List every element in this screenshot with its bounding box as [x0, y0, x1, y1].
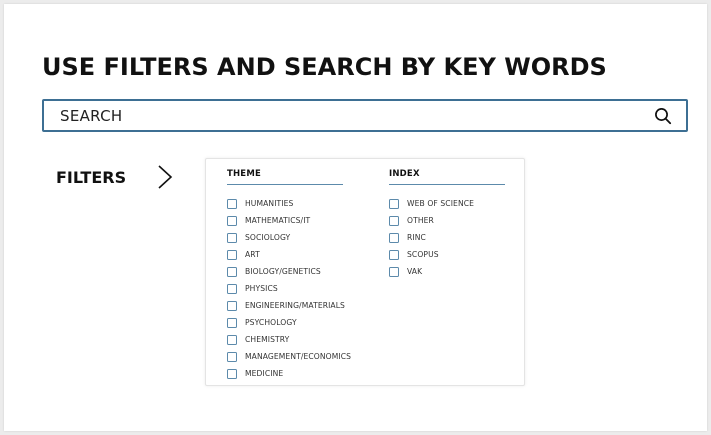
filter-option-label: WEB OF SCIENCE: [407, 199, 475, 208]
filter-option-label: MATHEMATICS/IT: [245, 216, 311, 225]
filters-label: FILTERS: [56, 168, 127, 187]
checkbox[interactable]: [227, 266, 237, 277]
filter-option-label: PSYCHOLOGY: [245, 318, 297, 327]
filter-option-label: ENGINEERING/MATERIALS: [245, 301, 345, 310]
search-bar[interactable]: [42, 99, 688, 132]
filter-option-label: MANAGEMENT/ECONOMICS: [245, 352, 352, 361]
filter-option[interactable]: VAK: [389, 263, 474, 280]
filter-option[interactable]: SOCIOLOGY: [227, 229, 351, 246]
filter-option[interactable]: BIOLOGY/GENETICS: [227, 263, 351, 280]
checkbox[interactable]: [389, 249, 399, 260]
index-heading: INDEX: [389, 169, 505, 185]
filter-option[interactable]: ENGINEERING/MATERIALS: [227, 297, 351, 314]
checkbox[interactable]: [227, 198, 237, 209]
filter-option[interactable]: SCOPUS: [389, 246, 474, 263]
checkbox[interactable]: [227, 249, 237, 260]
checkbox[interactable]: [389, 198, 399, 209]
filter-option-label: SOCIOLOGY: [245, 233, 291, 242]
checkbox[interactable]: [227, 368, 237, 379]
checkbox[interactable]: [227, 232, 237, 243]
search-icon[interactable]: [654, 107, 672, 125]
checkbox[interactable]: [227, 351, 237, 362]
checkbox[interactable]: [227, 317, 237, 328]
page-title: USE FILTERS AND SEARCH BY KEY WORDS: [42, 53, 607, 81]
checkbox[interactable]: [389, 215, 399, 226]
search-input[interactable]: [60, 101, 640, 130]
filter-option-label: SCOPUS: [407, 250, 439, 259]
checkbox[interactable]: [227, 283, 237, 294]
checkbox[interactable]: [227, 334, 237, 345]
filter-option[interactable]: ART: [227, 246, 351, 263]
filter-option-label: HUMANITIES: [245, 199, 294, 208]
filter-option[interactable]: HUMANITIES: [227, 195, 351, 212]
theme-options: HUMANITIES MATHEMATICS/IT SOCIOLOGY ART BIOL…: [227, 195, 351, 382]
filter-option[interactable]: RINC: [389, 229, 474, 246]
filter-option-label: VAK: [407, 267, 423, 276]
theme-heading: THEME: [227, 169, 343, 185]
filter-option[interactable]: MANAGEMENT/ECONOMICS: [227, 348, 351, 365]
checkbox[interactable]: [227, 215, 237, 226]
filter-option-label: BIOLOGY/GENETICS: [245, 267, 321, 276]
checkbox[interactable]: [389, 266, 399, 277]
filter-option-label: OTHER: [407, 216, 434, 225]
filter-option[interactable]: MATHEMATICS/IT: [227, 212, 351, 229]
filter-option[interactable]: CHEMISTRY: [227, 331, 351, 348]
filter-option[interactable]: MEDICINE: [227, 365, 351, 382]
main-card: USE FILTERS AND SEARCH BY KEY WORDS FILT…: [4, 4, 707, 431]
filter-option[interactable]: PSYCHOLOGY: [227, 314, 351, 331]
filter-option-label: ART: [245, 250, 260, 259]
checkbox[interactable]: [227, 300, 237, 311]
filter-option-label: RINC: [407, 233, 426, 242]
filter-option-label: CHEMISTRY: [245, 335, 290, 344]
filter-option-label: MEDICINE: [245, 369, 284, 378]
chevron-right-icon[interactable]: [156, 163, 174, 191]
filter-option[interactable]: PHYSICS: [227, 280, 351, 297]
filter-option-label: PHYSICS: [245, 284, 278, 293]
index-options: WEB OF SCIENCE OTHER RINC SCOPUS VAK: [389, 195, 474, 280]
filter-option[interactable]: WEB OF SCIENCE: [389, 195, 474, 212]
filter-option[interactable]: OTHER: [389, 212, 474, 229]
filters-panel: THEME HUMANITIES MATHEMATICS/IT SOCIOLOGY A…: [205, 158, 525, 386]
checkbox[interactable]: [389, 232, 399, 243]
